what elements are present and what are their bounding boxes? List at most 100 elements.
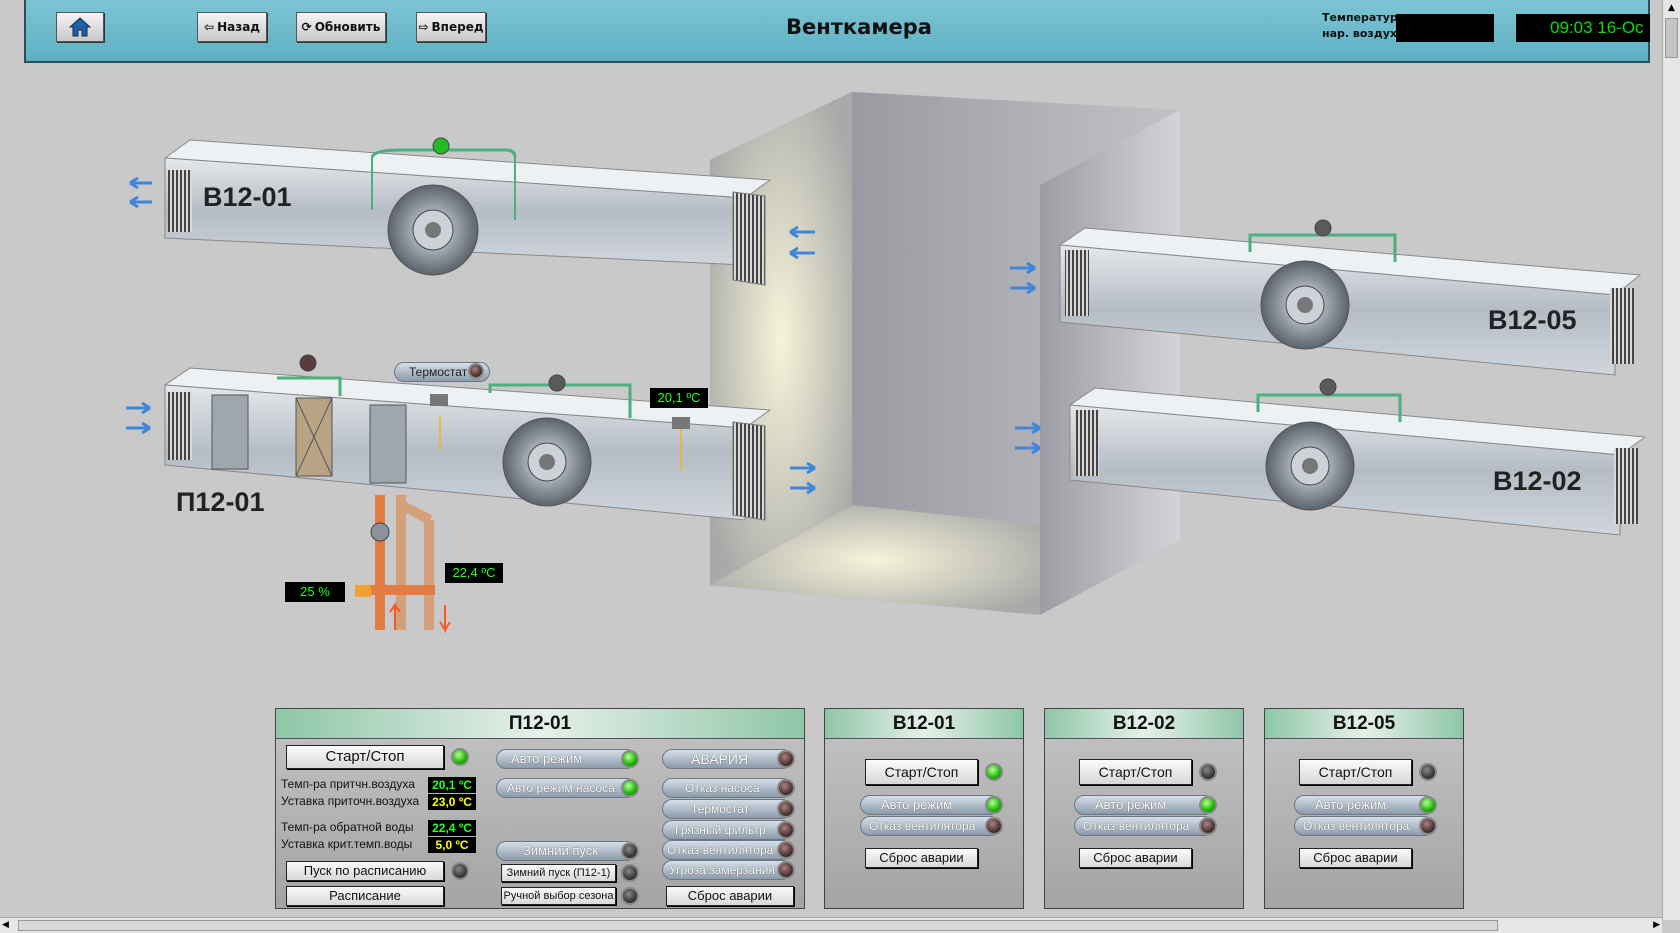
fan-fault-led xyxy=(777,841,795,859)
b12-05-auto-mode-label: Авто режим xyxy=(1315,797,1387,812)
unit-label-p12-01: П12-01 xyxy=(176,487,265,517)
unit-label-b12-02: В12-02 xyxy=(1493,466,1582,496)
supply-air-temp-value: 20,1 ºC xyxy=(428,777,476,793)
thermostat-label: Термостат xyxy=(691,802,750,816)
b12-05-status-indicator xyxy=(1314,219,1332,237)
b12-01-panel-title: В12-01 xyxy=(825,709,1023,739)
pump-auto-mode-label: Авто режим насоса xyxy=(507,781,615,795)
vent-room xyxy=(710,92,1180,615)
scheduled-start-led xyxy=(451,862,469,880)
b12-05-auto-mode-led[interactable] xyxy=(1419,796,1437,814)
thermostat-pill: Термостат xyxy=(662,799,792,819)
pump-auto-mode-pill: Авто режим насоса xyxy=(496,778,636,798)
p12-start-stop-led xyxy=(451,748,469,766)
b12-05-reset-button[interactable]: Сброс аварии xyxy=(1299,848,1412,868)
b12-02-panel-title: В12-02 xyxy=(1045,709,1243,739)
b12-02-control-panel: В12-02 Старт/Стоп Авто режим Отказ венти… xyxy=(1044,708,1244,909)
alarm-label: АВАРИЯ xyxy=(691,751,749,767)
winter-start-led xyxy=(621,842,639,860)
thermostat-led xyxy=(777,800,795,818)
winter-start-pill: Зимний пуск xyxy=(496,841,636,861)
winter-start-label: Зимний пуск xyxy=(523,843,598,858)
b12-02-start-stop-button[interactable]: Старт/Стоп xyxy=(1079,759,1192,785)
alarm-pill: АВАРИЯ xyxy=(662,749,792,769)
b12-05-fan-fault-label: Отказ вентилятора xyxy=(1303,819,1410,833)
scroll-thumb-horizontal[interactable] xyxy=(18,920,1498,931)
b12-01-fan-fault-led xyxy=(985,817,1003,835)
crit-setpoint-label: Уставка крит.темп.воды xyxy=(281,837,413,851)
b12-02-fan-fault-pill: Отказ вентилятора xyxy=(1074,816,1214,836)
pump-fault-led xyxy=(777,779,795,797)
b12-05-auto-mode-pill: Авто режим xyxy=(1294,795,1434,815)
b12-05-control-panel: В12-05 Старт/Стоп Авто режим Отказ венти… xyxy=(1264,708,1464,909)
thermostat-tag-label: Термостат xyxy=(409,365,468,379)
scroll-right-icon[interactable]: ▶ xyxy=(1653,918,1660,933)
p12-01-panel-title: П12-01 xyxy=(276,709,804,739)
ventilation-scene xyxy=(126,92,1647,634)
scroll-left-icon[interactable]: ◀ xyxy=(2,918,9,933)
b12-01-auto-mode-pill: Авто режим xyxy=(860,795,1000,815)
winter-start-p12-button[interactable]: Зимний пуск (П12-1) xyxy=(501,864,616,882)
supply-temp-display: 20,1 ºC xyxy=(650,388,708,408)
b12-01-start-stop-button[interactable]: Старт/Стоп xyxy=(865,759,978,785)
p12-auto-mode-label: Авто режим xyxy=(511,751,583,766)
return-water-temp-value: 22,4 ºC xyxy=(428,820,476,836)
p12-01-damper-indicator xyxy=(299,354,317,372)
supply-setpoint-value[interactable]: 23,0 ºC xyxy=(428,794,476,810)
b12-05-start-stop-led xyxy=(1419,763,1437,781)
b12-01-start-stop-led xyxy=(985,763,1003,781)
unit-label-b12-05: В12-05 xyxy=(1488,305,1577,335)
schedule-button[interactable]: Расписание xyxy=(286,886,444,906)
b12-02-fan-fault-label: Отказ вентилятора xyxy=(1083,819,1190,833)
freeze-threat-pill: Угроза замерзания xyxy=(662,860,792,880)
pump-fault-label: Отказ насоса xyxy=(685,781,760,795)
winter-start-p12-led xyxy=(621,864,639,882)
b12-02-auto-mode-label: Авто режим xyxy=(1095,797,1167,812)
b12-01-status-indicator xyxy=(432,137,450,155)
fan-fault-pill: Отказ вентилятора xyxy=(662,840,792,860)
pump-fault-pill: Отказ насоса xyxy=(662,778,792,798)
pump-auto-mode-led[interactable] xyxy=(621,779,639,797)
p12-auto-mode-led[interactable] xyxy=(621,750,639,768)
b12-01-control-panel: В12-01 Старт/Стоп Авто режим Отказ венти… xyxy=(824,708,1024,909)
freeze-threat-label: Угроза замерзания xyxy=(669,863,775,877)
b12-01-fan-fault-label: Отказ вентилятора xyxy=(869,819,976,833)
scheduled-start-button[interactable]: Пуск по расписанию xyxy=(286,861,444,881)
b12-05-panel-title: В12-05 xyxy=(1265,709,1463,739)
thermostat-indicator xyxy=(468,363,484,379)
b12-01-auto-mode-label: Авто режим xyxy=(881,797,953,812)
b12-05-fan-fault-led xyxy=(1419,817,1437,835)
freeze-threat-led xyxy=(777,861,795,879)
alarm-led xyxy=(777,750,795,768)
heater-pipes xyxy=(355,495,451,634)
crit-setpoint-value[interactable]: 5,0 ºC xyxy=(428,837,476,853)
b12-05-start-stop-button[interactable]: Старт/Стоп xyxy=(1299,759,1412,785)
horizontal-scrollbar[interactable]: ◀ ▶ xyxy=(0,917,1662,933)
p12-01-control-panel: П12-01 Старт/Стоп Темп-ра притчн.воздуха… xyxy=(275,708,805,909)
b12-02-reset-button[interactable]: Сброс аварии xyxy=(1079,848,1192,868)
fan-fault-label: Отказ вентилятора xyxy=(667,843,774,857)
b12-01-reset-button[interactable]: Сброс аварии xyxy=(865,848,978,868)
p12-reset-alarm-button[interactable]: Сброс аварии xyxy=(666,886,794,906)
b12-05-fan-fault-pill: Отказ вентилятора xyxy=(1294,816,1434,836)
supply-air-temp-label: Темп-ра притчн.воздуха xyxy=(281,777,415,791)
manual-season-button[interactable]: Ручной выбор сезона xyxy=(501,887,616,905)
water-temp-display: 22,4 ºC xyxy=(445,563,503,583)
b12-02-auto-mode-led[interactable] xyxy=(1199,796,1217,814)
supply-setpoint-label: Уставка приточн.воздуха xyxy=(281,794,420,808)
vertical-scrollbar[interactable]: ▲ xyxy=(1662,0,1680,920)
unit-label-b12-01: В12-01 xyxy=(203,182,292,212)
return-water-temp-label: Темп-ра обратной воды xyxy=(281,820,414,834)
b12-02-fan-fault-led xyxy=(1199,817,1217,835)
scroll-thumb-vertical[interactable] xyxy=(1665,18,1678,58)
b12-01-auto-mode-led[interactable] xyxy=(985,796,1003,814)
dirty-filter-pill: Грязный фильтр xyxy=(662,820,792,840)
b12-01-fan-fault-pill: Отказ вентилятора xyxy=(860,816,1000,836)
dirty-filter-label: Грязный фильтр xyxy=(675,823,766,837)
scroll-up-icon[interactable]: ▲ xyxy=(1663,0,1680,16)
p12-01-fan-indicator xyxy=(548,374,566,392)
b12-02-status-indicator xyxy=(1319,378,1337,396)
p12-start-stop-button[interactable]: Старт/Стоп xyxy=(286,745,444,769)
b12-02-auto-mode-pill: Авто режим xyxy=(1074,795,1214,815)
b12-02-start-stop-led xyxy=(1199,763,1217,781)
